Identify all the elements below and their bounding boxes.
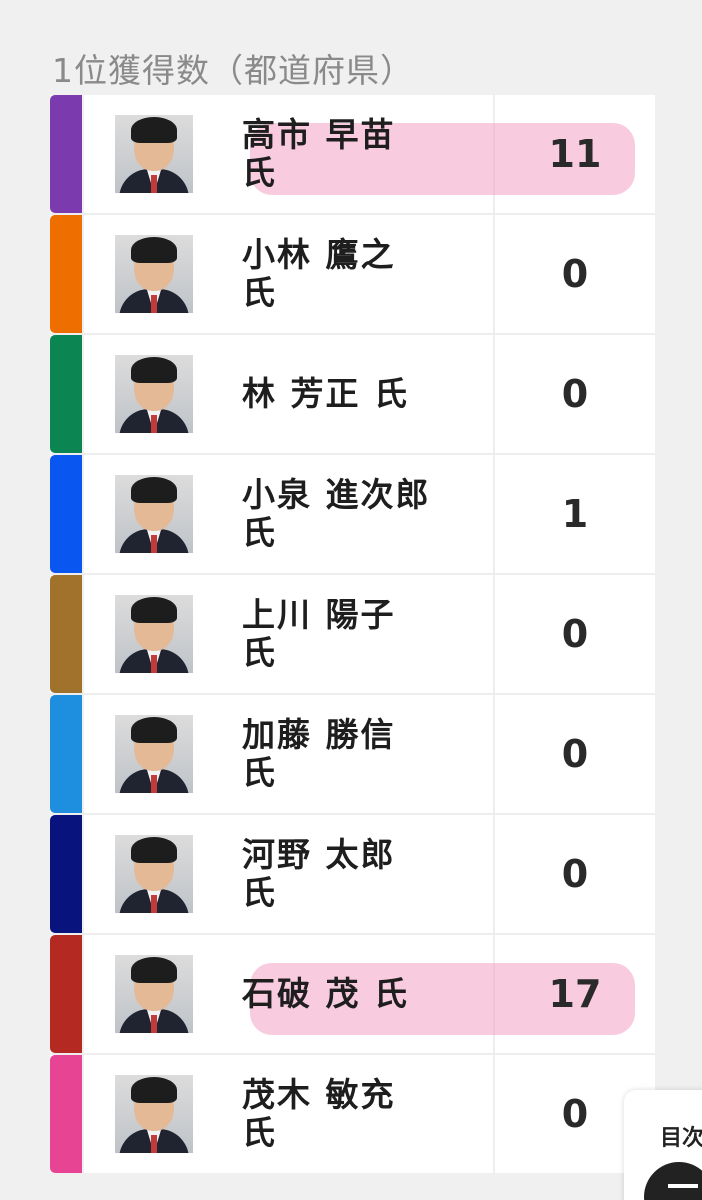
name-cell: 林 芳正 氏 [194, 335, 495, 453]
candidate-count: 0 [561, 372, 589, 416]
candidate-row: 小林 鷹之 氏 0 [50, 215, 655, 335]
candidate-row: 石破 茂 氏 17 [50, 935, 655, 1055]
page-title: 1位獲得数（都道府県） [52, 51, 414, 90]
candidate-color-bar [50, 215, 82, 333]
candidate-name: 河野 太郎 氏 [242, 835, 396, 912]
candidate-count: 0 [561, 252, 589, 296]
candidate-name: 林 芳正 氏 [242, 374, 409, 413]
candidate-photo [115, 1075, 193, 1153]
candidate-color-bar [50, 695, 82, 813]
name-cell: 小泉 進次郎 氏 [194, 455, 495, 573]
candidate-name: 石破 茂 氏 [242, 974, 409, 1013]
photo-cell [84, 575, 194, 693]
results-table: 高市 早苗 氏 11 小林 鷹之 氏 0 林 芳正 氏 0 小泉 進次郎 氏 1 上川 陽子 氏… [50, 95, 655, 1173]
candidate-photo [115, 235, 193, 313]
name-cell: 河野 太郎 氏 [194, 815, 495, 933]
candidate-name: 小泉 進次郎 氏 [242, 475, 431, 552]
candidate-row: 茂木 敏充 氏 0 [50, 1055, 655, 1173]
candidate-color-bar [50, 935, 82, 1053]
photo-cell [84, 935, 194, 1053]
candidate-name: 上川 陽子 氏 [242, 595, 396, 672]
candidate-photo [115, 115, 193, 193]
candidate-count: 1 [561, 492, 589, 536]
candidate-name: 高市 早苗 氏 [242, 115, 396, 192]
name-cell: 上川 陽子 氏 [194, 575, 495, 693]
name-cell: 石破 茂 氏 [194, 935, 495, 1053]
candidate-color-bar [50, 95, 82, 213]
photo-cell [84, 215, 194, 333]
photo-cell [84, 95, 194, 213]
candidate-count: 0 [561, 732, 589, 776]
candidate-color-bar [50, 815, 82, 933]
candidate-photo [115, 475, 193, 553]
photo-cell [84, 1055, 194, 1173]
candidate-photo [115, 955, 193, 1033]
candidate-count: 17 [548, 972, 602, 1016]
candidate-row: 加藤 勝信 氏 0 [50, 695, 655, 815]
candidate-name: 加藤 勝信 氏 [242, 715, 396, 792]
candidate-photo [115, 835, 193, 913]
photo-cell [84, 455, 194, 573]
candidate-color-bar [50, 335, 82, 453]
candidate-row: 小泉 進次郎 氏 1 [50, 455, 655, 575]
candidate-photo [115, 355, 193, 433]
candidate-row: 河野 太郎 氏 0 [50, 815, 655, 935]
candidate-name: 茂木 敏充 氏 [242, 1075, 396, 1152]
candidate-count: 0 [561, 1092, 589, 1136]
photo-cell [84, 695, 194, 813]
candidate-row: 上川 陽子 氏 0 [50, 575, 655, 695]
candidate-count: 0 [561, 612, 589, 656]
candidate-row: 高市 早苗 氏 11 [50, 95, 655, 215]
candidate-photo [115, 595, 193, 673]
candidate-name: 小林 鷹之 氏 [242, 235, 396, 312]
name-cell: 小林 鷹之 氏 [194, 215, 495, 333]
candidate-color-bar [50, 575, 82, 693]
photo-cell [84, 815, 194, 933]
name-cell: 加藤 勝信 氏 [194, 695, 495, 813]
candidate-row: 林 芳正 氏 0 [50, 335, 655, 455]
candidate-count: 0 [561, 852, 589, 896]
photo-cell [84, 335, 194, 453]
name-cell: 高市 早苗 氏 [194, 95, 495, 213]
candidate-photo [115, 715, 193, 793]
name-cell: 茂木 敏充 氏 [194, 1055, 495, 1173]
candidate-count: 11 [548, 132, 602, 176]
toc-label: 目次 [660, 1126, 702, 1151]
candidate-color-bar [50, 455, 82, 573]
candidate-color-bar [50, 1055, 82, 1173]
